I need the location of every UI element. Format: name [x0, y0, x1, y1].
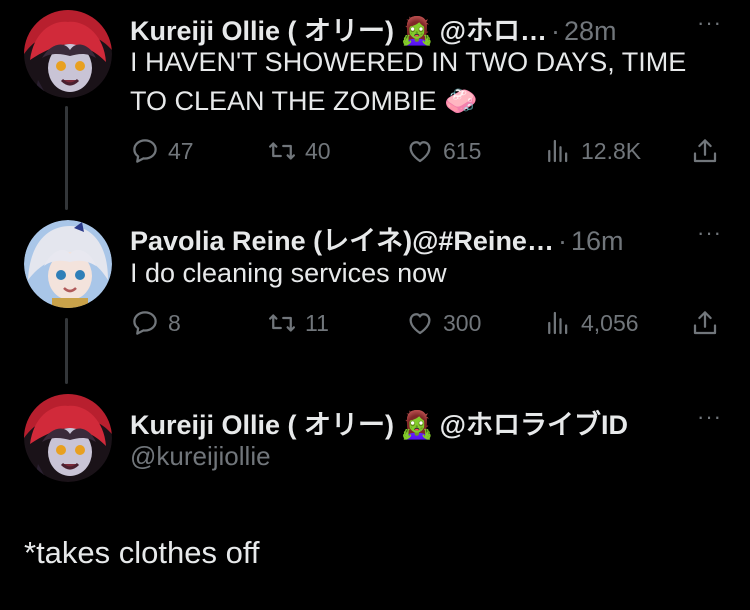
handle[interactable]: @#Reine…	[412, 226, 554, 257]
action-bar: 47 40 615 12.8K	[130, 136, 730, 170]
like-count: 300	[443, 309, 482, 336]
avatar-reine[interactable]	[24, 220, 112, 308]
separator-dot: ·	[557, 226, 567, 256]
like-icon	[409, 313, 431, 335]
tweet-text-line: I HAVEN'T SHOWERED IN TWO DAYS, TIME	[130, 47, 687, 77]
more-options-icon[interactable]: ···	[697, 220, 722, 246]
reply-button[interactable]: 8	[130, 308, 181, 338]
tweet-text-segment: TO CLEAN THE ZOMBIE	[130, 86, 437, 116]
more-options-icon[interactable]: ···	[697, 404, 722, 430]
avatar-ollie[interactable]	[24, 394, 112, 482]
like-icon	[409, 141, 431, 163]
affiliation[interactable]: @ホロライブID	[440, 403, 628, 442]
views-button[interactable]: 12.8K	[543, 136, 641, 166]
display-name[interactable]: Kureiji Ollie ( オリー)	[130, 403, 394, 442]
retweet-icon	[269, 142, 295, 160]
reply-count: 8	[168, 309, 181, 336]
views-count: 12.8K	[581, 137, 642, 164]
tweet-text: I do cleaning services now	[130, 258, 447, 288]
tweet-text-line: TO CLEAN THE ZOMBIE 🧼	[130, 82, 686, 121]
views-icon	[548, 139, 568, 163]
thread-line	[65, 106, 68, 210]
retweet-button[interactable]: 40	[267, 136, 331, 166]
avatar-ollie[interactable]	[24, 10, 112, 98]
display-name[interactable]: Pavolia Reine (レイネ)	[130, 219, 412, 258]
reply-count: 47	[168, 137, 194, 164]
timestamp[interactable]: 16m	[571, 226, 624, 257]
action-bar: 8 11 300 4,056	[130, 308, 730, 342]
soap-emoji-icon: 🧼	[444, 86, 478, 116]
views-count: 4,056	[581, 309, 639, 336]
reply-icon	[133, 139, 157, 163]
zombie-emoji-icon: 🧟‍♀️	[400, 410, 434, 440]
share-icon	[693, 139, 717, 163]
share-button[interactable]	[690, 308, 720, 338]
retweet-count: 11	[305, 309, 329, 336]
tweet-text: *takes clothes off	[24, 535, 260, 570]
reply-button[interactable]: 47	[130, 136, 194, 166]
focused-header: Kureiji Ollie ( オリー) 🧟‍♀️ @ホロライブID	[130, 403, 628, 442]
tweet-text: I HAVEN'T SHOWERED IN TWO DAYS, TIME TO …	[130, 43, 686, 121]
reply-icon	[133, 311, 157, 335]
retweet-count: 40	[305, 137, 331, 164]
retweet-button[interactable]: 11	[267, 308, 329, 338]
more-options-icon[interactable]: ···	[697, 10, 722, 36]
handle[interactable]: @kureijiollie	[130, 441, 271, 472]
share-icon	[693, 311, 717, 335]
share-button[interactable]	[690, 136, 720, 166]
views-icon	[548, 311, 568, 335]
like-button[interactable]: 300	[405, 308, 481, 338]
tweet-header: Pavolia Reine (レイネ) @#Reine… · 16m	[130, 219, 623, 258]
views-button[interactable]: 4,056	[543, 308, 639, 338]
retweet-icon	[269, 314, 295, 332]
like-button[interactable]: 615	[405, 136, 481, 166]
thread-line	[65, 318, 68, 384]
like-count: 615	[443, 137, 482, 164]
